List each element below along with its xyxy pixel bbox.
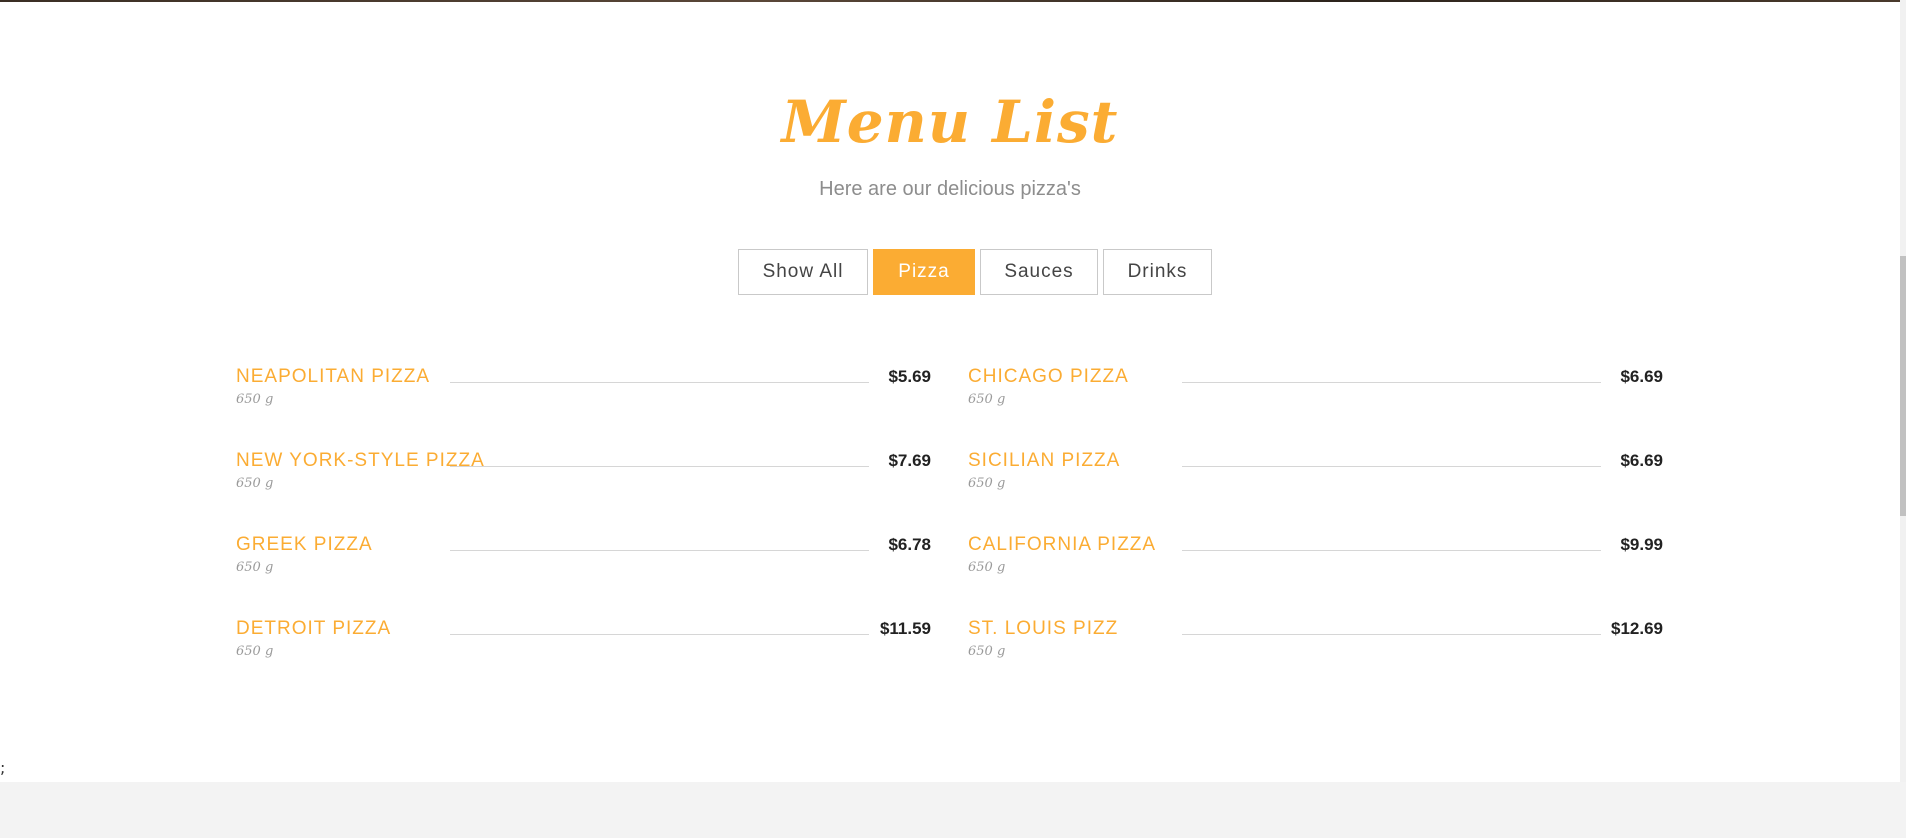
leader-line (1182, 550, 1601, 551)
item-price: $12.69 (1611, 619, 1663, 638)
leader-line (1182, 634, 1601, 635)
item-price: $6.69 (1620, 367, 1663, 386)
item-weight: 650 g (968, 560, 1006, 575)
menu-item: CHICAGO PIZZA $6.69 650 g (968, 366, 1663, 450)
item-name: NEW YORK-STYLE PIZZA (236, 450, 485, 471)
item-price: $6.78 (888, 535, 931, 554)
item-name: DETROIT PIZZA (236, 618, 392, 639)
item-weight: 650 g (968, 392, 1006, 407)
menu-column-left: NEAPOLITAN PIZZA $5.69 650 g NEW YORK-ST… (236, 366, 931, 702)
leader-line (450, 634, 869, 635)
menu-item: DETROIT PIZZA $11.59 650 g (236, 618, 931, 702)
leader-line (1182, 382, 1601, 383)
scrollbar-thumb[interactable] (1900, 256, 1906, 516)
footer-band (0, 782, 1906, 838)
filter-pizza-button[interactable]: Pizza (873, 249, 975, 295)
filter-drinks-button[interactable]: Drinks (1103, 249, 1212, 295)
item-name: CHICAGO PIZZA (968, 366, 1129, 387)
menu-item: NEAPOLITAN PIZZA $5.69 650 g (236, 366, 931, 450)
item-price: $5.69 (888, 367, 931, 386)
menu-item: CALIFORNIA PIZZA $9.99 650 g (968, 534, 1663, 618)
item-price: $6.69 (1620, 451, 1663, 470)
item-price: $7.69 (888, 451, 931, 470)
menu-column-right: CHICAGO PIZZA $6.69 650 g SICILIAN PIZZA… (968, 366, 1663, 702)
page-subtitle: Here are our delicious pizza's (819, 178, 1081, 200)
stray-text: ; (0, 758, 6, 777)
item-price: $11.59 (879, 619, 931, 638)
item-name: NEAPOLITAN PIZZA (236, 366, 431, 387)
page: Menu List Here are our delicious pizza's… (0, 0, 1906, 838)
menu-item: NEW YORK-STYLE PIZZA $7.69 650 g (236, 450, 931, 534)
leader-line (450, 382, 869, 383)
item-price: $9.99 (1620, 535, 1663, 554)
leader-line (1182, 466, 1601, 467)
item-weight: 650 g (968, 476, 1006, 491)
item-weight: 650 g (236, 392, 274, 407)
menu-filter-bar: Show All Pizza Sauces Drinks (738, 249, 1212, 295)
filter-sauces-button[interactable]: Sauces (980, 249, 1098, 295)
item-name: SICILIAN PIZZA (968, 450, 1121, 471)
leader-line (450, 466, 869, 467)
menu-item: GREEK PIZZA $6.78 650 g (236, 534, 931, 618)
leader-line (450, 550, 869, 551)
menu-item: SICILIAN PIZZA $6.69 650 g (968, 450, 1663, 534)
item-name: ST. LOUIS PIZZ (968, 618, 1119, 639)
menu-item: ST. LOUIS PIZZ $12.69 650 g (968, 618, 1663, 702)
hero-image-edge (0, 0, 1906, 2)
filter-show-all-button[interactable]: Show All (738, 249, 868, 295)
page-title: Menu List (781, 88, 1119, 156)
item-weight: 650 g (236, 476, 274, 491)
item-name: CALIFORNIA PIZZA (968, 534, 1157, 555)
item-weight: 650 g (236, 644, 274, 659)
item-weight: 650 g (236, 560, 274, 575)
item-weight: 650 g (968, 644, 1006, 659)
item-name: GREEK PIZZA (236, 534, 373, 555)
